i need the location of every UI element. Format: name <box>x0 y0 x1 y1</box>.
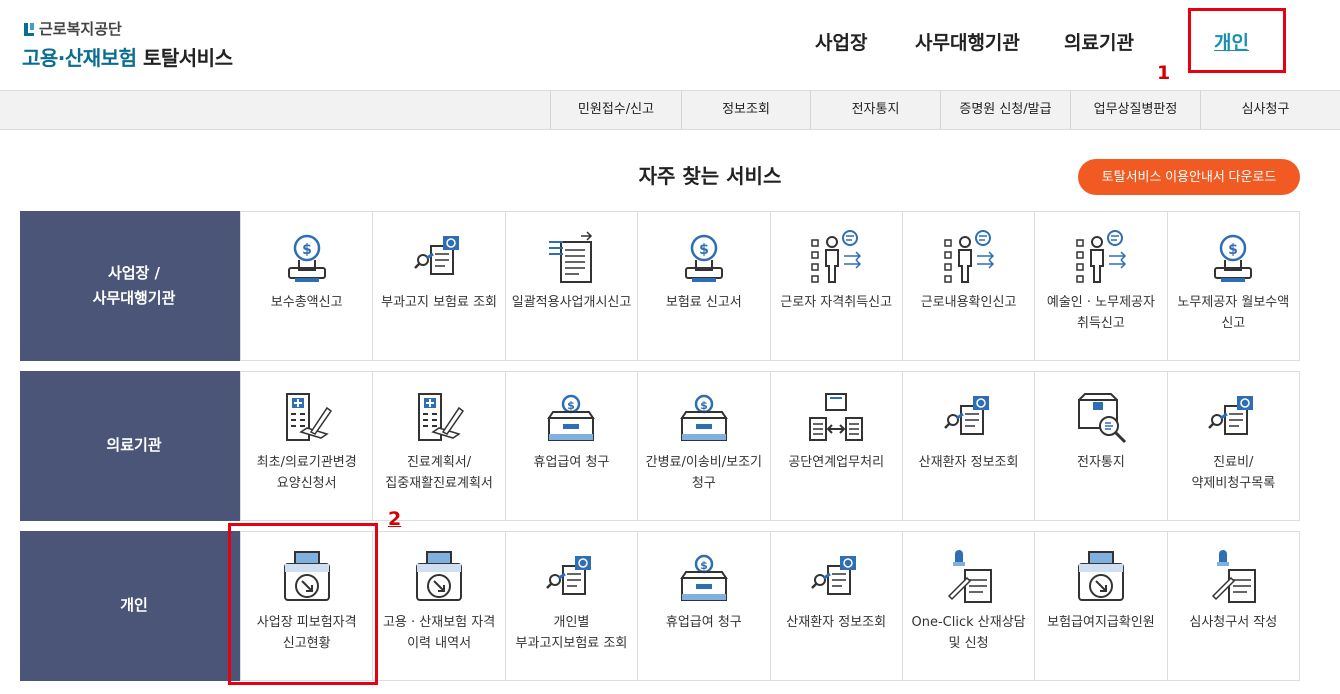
top-nav: 사업장 사무대행기관 의료기관 개인 <box>0 28 1340 58</box>
service-cell[interactable]: 공단연계업무처리 <box>771 372 903 520</box>
document-search-icon <box>939 388 999 448</box>
document-search-icon <box>1203 388 1263 448</box>
service-label: 보수총액신고 <box>270 295 343 310</box>
document-search-icon <box>541 548 601 608</box>
service-label: 최초/의료기관변경 요양신청서 <box>256 455 357 491</box>
service-cell[interactable]: $ 보수총액신고 <box>241 212 374 360</box>
money-box-icon: $ <box>674 388 734 448</box>
service-label: 부과고지 보험료 조회 <box>381 295 498 310</box>
service-cell[interactable]: 전자통지 <box>1035 372 1168 520</box>
row-label-individual: 개인 <box>20 531 248 681</box>
document-exchange-icon <box>806 388 866 448</box>
service-label: 간병료/이송비/보조기 청구 <box>645 455 763 491</box>
svg-text:$: $ <box>699 242 709 258</box>
service-cell[interactable]: $ 휴업급여 청구 <box>506 372 639 520</box>
service-cell[interactable]: 근로자 자격취득신고 <box>771 212 903 360</box>
document-list-icon <box>541 228 601 288</box>
service-cell[interactable]: 산재환자 정보조회 <box>903 372 1036 520</box>
service-cell[interactable]: 근로내용확인신고 <box>903 212 1036 360</box>
box-magnifier-icon <box>1071 388 1131 448</box>
service-cell[interactable]: 산재환자 정보조회 <box>771 532 903 680</box>
service-label: 보험료 신고서 <box>665 295 742 310</box>
nav-business[interactable]: 사업장 <box>815 28 867 55</box>
service-label: One-Click 산재상담 및 신청 <box>911 615 1026 651</box>
person-checklist-icon <box>1071 228 1131 288</box>
subnav-item[interactable]: 업무상질병판정 <box>1070 91 1200 129</box>
svg-text:$: $ <box>302 242 312 258</box>
annotation-number-1: 1 <box>1157 62 1171 84</box>
service-cell[interactable]: 보험급여지급확인원 <box>1035 532 1168 680</box>
svg-text:$: $ <box>1228 242 1238 258</box>
service-cell[interactable]: 부과고지 보험료 조회 <box>373 212 506 360</box>
service-label: 산재환자 정보조회 <box>918 455 1019 470</box>
service-label: 개인별 부과고지보험료 조회 <box>515 615 628 651</box>
service-label: 진료비/약제비청구목록 <box>1191 455 1276 491</box>
service-label: 보험급여지급확인원 <box>1047 615 1155 630</box>
service-cell[interactable]: 최초/의료기관변경 요양신청서 <box>241 372 374 520</box>
svg-text:$: $ <box>700 559 708 572</box>
annotation-number-2: 2 <box>388 508 402 530</box>
service-label: 전자통지 <box>1077 455 1125 470</box>
service-label: 고용 · 산재보험 자격 이력 내역서 <box>382 615 496 651</box>
service-label: 심사청구서 작성 <box>1189 615 1278 630</box>
subnav-item[interactable]: 증명원 신청/발급 <box>940 91 1070 129</box>
money-box-icon: $ <box>541 388 601 448</box>
service-cell[interactable]: $ 노무제공자 월보수액 신고 <box>1168 212 1299 360</box>
service-label: 일괄적용사업개시신고 <box>511 295 632 310</box>
highlight-box-1 <box>1188 8 1286 73</box>
service-cell[interactable]: 진료비/약제비청구목록 <box>1168 372 1299 520</box>
subnav-item[interactable]: 전자통지 <box>810 91 940 129</box>
person-checklist-icon <box>806 228 866 288</box>
money-box-icon: $ <box>674 548 734 608</box>
guide-download-button[interactable]: 토탈서비스 이용안내서 다운로드 <box>1078 159 1300 195</box>
sub-nav: 민원접수/신고 정보조회 전자통지 증명원 신청/발급 업무상질병판정 심사청구 <box>0 90 1340 130</box>
service-cell[interactable]: 일괄적용사업개시신고 <box>506 212 639 360</box>
service-cell[interactable]: 심사청구서 작성 <box>1168 532 1299 680</box>
service-cell[interactable]: 고용 · 산재보험 자격 이력 내역서 <box>373 532 506 680</box>
service-label: 휴업급여 청구 <box>533 455 610 470</box>
document-search-icon <box>806 548 866 608</box>
row-label-business: 사업장 / 사무대행기관 <box>20 211 248 361</box>
stamp-document-icon <box>939 548 999 608</box>
service-label: 근로내용확인신고 <box>920 295 1017 310</box>
service-cell[interactable]: $ 간병료/이송비/보조기 청구 <box>638 372 771 520</box>
money-bulb-icon: $ <box>277 228 337 288</box>
svg-text:$: $ <box>568 399 576 412</box>
hospital-pen-icon <box>277 388 337 448</box>
subnav-item[interactable]: 심사청구 <box>1200 91 1330 129</box>
row-label-medical: 의료기관 <box>20 371 248 521</box>
nav-medical[interactable]: 의료기관 <box>1064 28 1134 55</box>
service-grid-medical: 최초/의료기관변경 요양신청서 진료계획서/집중재활진료계획서 $ 휴업급여 청구 $ 간… <box>240 371 1300 521</box>
service-cell[interactable]: 진료계획서/집중재활진료계획서 <box>373 372 506 520</box>
service-cell[interactable]: 개인별 부과고지보험료 조회 <box>506 532 639 680</box>
service-label: 공단연계업무처리 <box>788 455 885 470</box>
subnav-item[interactable]: 정보조회 <box>681 91 810 129</box>
service-grid-individual: 사업장 피보험자격 신고현황 고용 · 산재보험 자격 이력 내역서 개인별 부과고… <box>240 531 1300 681</box>
hospital-pen-icon <box>409 388 469 448</box>
money-bulb-icon: $ <box>674 228 734 288</box>
service-cell[interactable]: 예술인 · 노무제공자 취득신고 <box>1035 212 1168 360</box>
printer-arrow-icon <box>409 548 469 608</box>
service-cell[interactable]: $ 휴업급여 청구 <box>638 532 771 680</box>
service-cell[interactable]: $ 보험료 신고서 <box>638 212 771 360</box>
service-label: 근로자 자격취득신고 <box>780 295 893 310</box>
svg-text:$: $ <box>700 399 708 412</box>
money-bulb-icon: $ <box>1203 228 1263 288</box>
service-cell[interactable]: One-Click 산재상담 및 신청 <box>903 532 1036 680</box>
person-checklist-icon <box>939 228 999 288</box>
service-label: 예술인 · 노무제공자 취득신고 <box>1046 295 1155 331</box>
service-label: 진료계획서/집중재활진료계획서 <box>385 455 493 491</box>
service-label: 산재환자 정보조회 <box>786 615 887 630</box>
printer-arrow-icon <box>1071 548 1131 608</box>
stamp-document-icon <box>1203 548 1263 608</box>
document-search-icon <box>409 228 469 288</box>
header: 근로복지공단 고용·산재보험 토탈서비스 사업장 사무대행기관 의료기관 개인 … <box>0 0 1340 90</box>
service-label: 노무제공자 월보수액 신고 <box>1177 295 1290 331</box>
highlight-box-2 <box>228 523 378 685</box>
nav-agency[interactable]: 사무대행기관 <box>915 28 1020 55</box>
subnav-item[interactable]: 민원접수/신고 <box>550 91 681 129</box>
service-label: 휴업급여 청구 <box>665 615 742 630</box>
service-grid-business: $ 보수총액신고 부과고지 보험료 조회 일괄적용사업개시신고 $ 보험료 신고서 근로자 … <box>240 211 1300 361</box>
